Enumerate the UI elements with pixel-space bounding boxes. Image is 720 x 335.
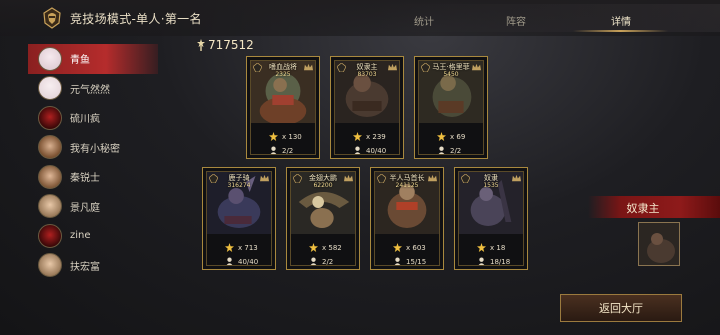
unit-stars-value: x 713 bbox=[238, 243, 258, 252]
star-icon bbox=[353, 132, 362, 141]
selected-unit-banner: 奴隶主 bbox=[588, 196, 720, 218]
unit-power: 83703 bbox=[357, 71, 377, 78]
unit-stars: x 582 bbox=[309, 243, 342, 252]
unit-count: 15/15 bbox=[393, 257, 427, 266]
player-item[interactable]: 我有小秘密 bbox=[28, 133, 158, 163]
star-icon bbox=[477, 243, 486, 252]
unit-card[interactable]: 马王·格里菲 5450 x 69 2/2 bbox=[414, 56, 488, 159]
player-list: 青鱼 元气然然 硫川疯 我有小秘密 秦锐士 景凡庭 zine 扶宏富 bbox=[28, 44, 158, 280]
avatar bbox=[38, 135, 62, 160]
player-name: zine bbox=[70, 230, 91, 242]
avatar bbox=[38, 105, 62, 130]
star-icon bbox=[393, 243, 402, 252]
player-item[interactable]: zine bbox=[28, 221, 158, 251]
page-title: 竞技场模式-单人·第一名 bbox=[70, 12, 202, 26]
player-name: 元气然然 bbox=[70, 84, 110, 96]
unit-stars-value: x 18 bbox=[490, 243, 506, 252]
unit-count-value: 2/2 bbox=[450, 146, 462, 155]
unit-card[interactable]: 半人马首长 241125 x 603 15/15 bbox=[370, 167, 444, 270]
avatar bbox=[38, 164, 62, 189]
troop-icon bbox=[354, 146, 361, 154]
unit-card[interactable]: 嗜血战将 2325 x 130 2/2 bbox=[246, 56, 320, 159]
unit-stars-value: x 582 bbox=[322, 243, 342, 252]
player-name: 青鱼 bbox=[70, 55, 90, 67]
unit-stars: x 18 bbox=[477, 243, 505, 252]
player-name: 景凡庭 bbox=[70, 202, 100, 214]
player-item[interactable]: 秦锐士 bbox=[28, 162, 158, 192]
unit-stars-value: x 130 bbox=[282, 132, 302, 141]
selected-unit-name: 奴隶主 bbox=[626, 202, 660, 215]
troop-icon bbox=[310, 257, 317, 265]
unit-power: 316274 bbox=[227, 182, 251, 189]
player-item[interactable]: 青鱼 bbox=[28, 44, 158, 74]
unit-count: 18/18 bbox=[477, 257, 511, 266]
unit-count: 40/40 bbox=[225, 257, 259, 266]
power-icon bbox=[197, 39, 205, 51]
unit-count-value: 15/15 bbox=[406, 257, 427, 266]
unit-thumbnail-image bbox=[639, 223, 679, 265]
back-to-lobby-button[interactable]: 返回大厅 bbox=[560, 294, 682, 322]
unit-card[interactable]: 奴隶主 83703 x 239 40/40 bbox=[330, 56, 404, 159]
unit-count: 2/2 bbox=[309, 257, 334, 266]
unit-count: 2/2 bbox=[269, 146, 294, 155]
arena-helmet-icon bbox=[43, 7, 61, 29]
player-item[interactable]: 硫川疯 bbox=[28, 103, 158, 133]
troop-icon bbox=[270, 146, 277, 154]
player-name: 扶宏富 bbox=[70, 261, 100, 273]
total-power: 717512 bbox=[196, 38, 254, 52]
player-name: 我有小秘密 bbox=[70, 143, 120, 155]
star-icon bbox=[309, 243, 318, 252]
unit-power: 241125 bbox=[395, 182, 419, 189]
avatar bbox=[38, 223, 62, 248]
tab-details[interactable]: 详情 bbox=[591, 13, 651, 28]
unit-stars-value: x 603 bbox=[406, 243, 426, 252]
unit-power: 1535 bbox=[483, 182, 499, 189]
selected-unit-thumbnail[interactable] bbox=[638, 222, 680, 266]
unit-count-value: 40/40 bbox=[366, 146, 387, 155]
unit-stars: x 603 bbox=[393, 243, 426, 252]
troop-icon bbox=[394, 257, 401, 265]
star-icon bbox=[269, 132, 278, 141]
unit-count-value: 2/2 bbox=[282, 146, 294, 155]
avatar bbox=[38, 76, 62, 101]
unit-stars: x 69 bbox=[437, 132, 465, 141]
unit-stars-value: x 69 bbox=[450, 132, 466, 141]
unit-card[interactable]: 鹿子骑 316274 x 713 40/40 bbox=[202, 167, 276, 270]
player-item[interactable]: 扶宏富 bbox=[28, 251, 158, 281]
unit-power: 5450 bbox=[443, 71, 459, 78]
unit-count-value: 40/40 bbox=[238, 257, 259, 266]
player-item[interactable]: 元气然然 bbox=[28, 74, 158, 104]
unit-count-value: 18/18 bbox=[490, 257, 511, 266]
unit-card[interactable]: 金翅大鹏 62200 x 582 2/2 bbox=[286, 167, 360, 270]
total-power-value: 717512 bbox=[208, 38, 254, 52]
unit-stars: x 713 bbox=[225, 243, 258, 252]
unit-stars-value: x 239 bbox=[366, 132, 386, 141]
troop-icon bbox=[478, 257, 485, 265]
troop-icon bbox=[438, 146, 445, 154]
star-icon bbox=[225, 243, 234, 252]
player-name: 硫川疯 bbox=[70, 114, 100, 126]
unit-card[interactable]: 奴隶 1535 x 18 18/18 bbox=[454, 167, 528, 270]
unit-count-value: 2/2 bbox=[322, 257, 334, 266]
header-bar: 竞技场模式-单人·第一名 统计 阵容 详情 bbox=[0, 0, 720, 36]
avatar bbox=[38, 194, 62, 219]
player-item[interactable]: 景凡庭 bbox=[28, 192, 158, 222]
unit-power: 2325 bbox=[275, 71, 291, 78]
star-icon bbox=[437, 132, 446, 141]
unit-count: 2/2 bbox=[437, 146, 462, 155]
unit-count: 40/40 bbox=[353, 146, 387, 155]
unit-power: 62200 bbox=[313, 182, 333, 189]
tab-stats[interactable]: 统计 bbox=[394, 13, 454, 28]
unit-stars: x 239 bbox=[353, 132, 386, 141]
tab-lineup[interactable]: 阵容 bbox=[486, 13, 546, 28]
unit-stars: x 130 bbox=[269, 132, 302, 141]
avatar bbox=[38, 46, 62, 71]
avatar bbox=[38, 253, 62, 278]
active-tab-indicator bbox=[573, 30, 668, 32]
player-name: 秦锐士 bbox=[70, 173, 100, 185]
troop-icon bbox=[226, 257, 233, 265]
